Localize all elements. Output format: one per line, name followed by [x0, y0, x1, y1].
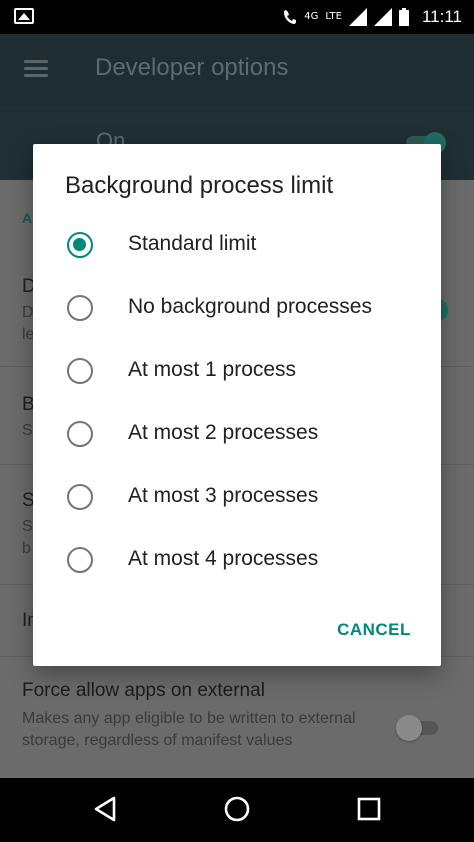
option-at-most-1-process[interactable]: At most 1 process [33, 342, 441, 402]
force-allow-toggle[interactable] [396, 714, 442, 742]
section-header-partial: A [22, 210, 33, 226]
radio-unchecked-icon[interactable] [67, 484, 93, 510]
list-item-sub-partial: b [22, 540, 31, 557]
wifi-call-icon [284, 10, 297, 24]
navigation-bar [0, 778, 474, 842]
force-allow-title: Force allow apps on external [22, 680, 265, 701]
force-allow-description: Makes any app eligible to be written to … [22, 710, 356, 749]
lte-label: LTE [325, 11, 342, 22]
home-icon[interactable] [222, 794, 252, 824]
battery-icon [398, 8, 409, 26]
status-bar: 4G LTE 11:11 [0, 0, 474, 34]
image-notification-icon [14, 8, 34, 24]
option-label: At most 2 processes [128, 421, 319, 444]
signal-icon [373, 8, 392, 26]
list-item-sub-partial: S [22, 518, 33, 535]
radio-checked-icon[interactable] [67, 232, 93, 258]
radio-unchecked-icon[interactable] [67, 295, 93, 321]
status-icons: 4G LTE 11:11 [283, 0, 462, 34]
option-at-most-2-processes[interactable]: At most 2 processes [33, 405, 441, 465]
dialog-title: Background process limit [65, 172, 334, 199]
option-label: At most 4 processes [128, 547, 319, 570]
recents-icon[interactable] [354, 794, 384, 824]
option-at-most-4-processes[interactable]: At most 4 processes [33, 531, 441, 591]
app-bar: Developer options [0, 34, 474, 106]
radio-unchecked-icon[interactable] [67, 547, 93, 573]
clock: 11:11 [421, 7, 462, 26]
option-label: Standard limit [128, 232, 257, 255]
page-title: Developer options [95, 54, 289, 81]
radio-unchecked-icon[interactable] [67, 358, 93, 384]
option-no-background-processes[interactable]: No background processes [33, 279, 441, 339]
option-standard-limit[interactable]: Standard limit [33, 216, 441, 276]
option-at-most-3-processes[interactable]: At most 3 processes [33, 468, 441, 528]
signal-icon [348, 8, 367, 26]
network-type-label: 4G [304, 11, 319, 22]
radio-unchecked-icon[interactable] [67, 421, 93, 447]
option-label: No background processes [128, 295, 372, 318]
cancel-button[interactable]: CANCEL [329, 614, 419, 646]
hamburger-menu-icon[interactable] [24, 60, 48, 78]
list-item-sub-partial: D [22, 304, 34, 321]
back-icon[interactable] [90, 794, 120, 824]
background-process-limit-dialog: Background process limit Standard limit … [33, 144, 441, 666]
option-label: At most 1 process [128, 358, 297, 381]
list-item-sub-partial: S [22, 422, 33, 439]
option-label: At most 3 processes [128, 484, 319, 507]
